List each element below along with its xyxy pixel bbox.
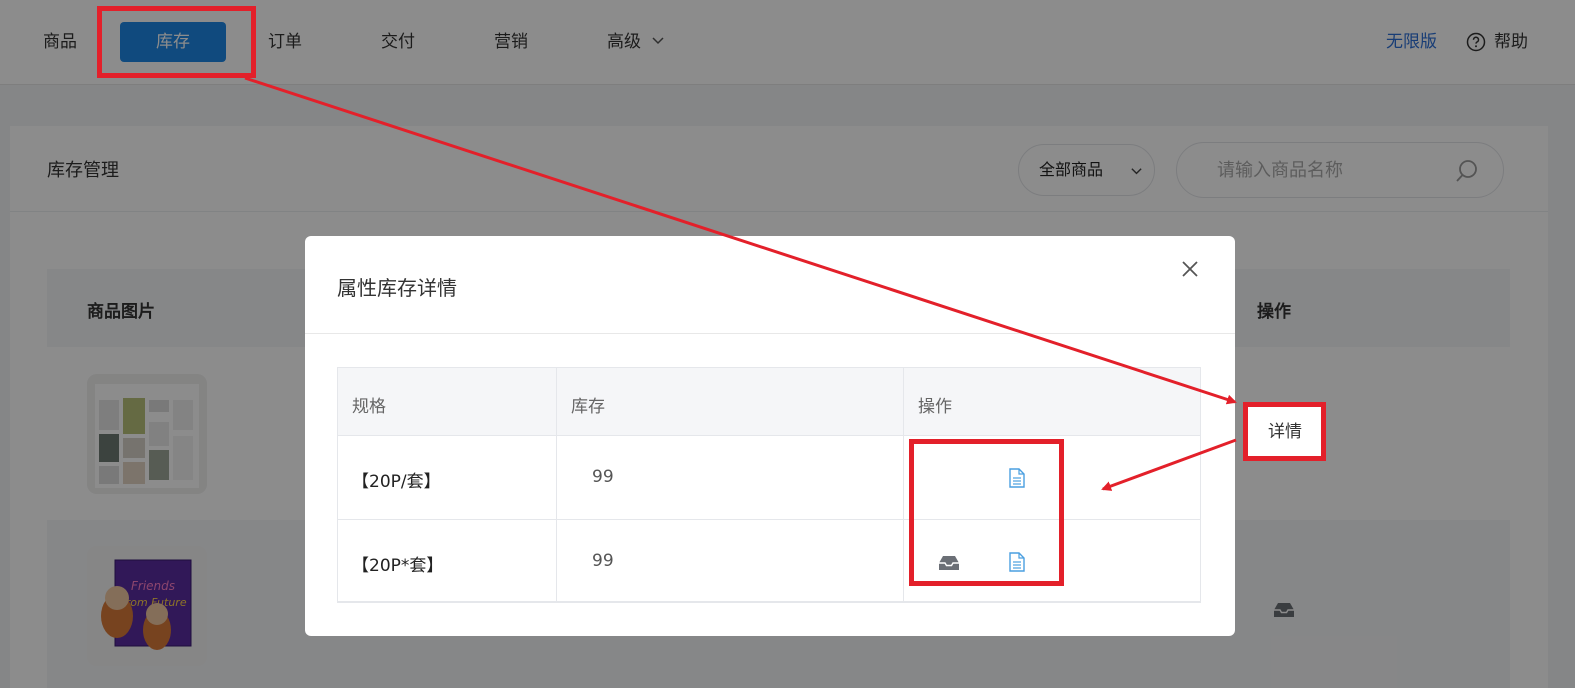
- stock-cell: 99: [592, 551, 614, 571]
- column-divider: [556, 368, 557, 602]
- modal-title: 属性库存详情: [337, 276, 457, 300]
- table-row: 【20P/套】 99: [338, 436, 1200, 520]
- annotation-box-detail: [1243, 402, 1326, 461]
- spec-cell: 【20P/套】: [352, 472, 441, 492]
- annotation-box-inventory-tab: [97, 6, 256, 78]
- column-header-stock: 库存: [571, 397, 605, 417]
- stock-cell: 99: [592, 467, 614, 487]
- close-icon[interactable]: [1179, 258, 1201, 280]
- column-header-spec: 规格: [352, 397, 386, 417]
- annotation-box-action-icons: [909, 439, 1064, 586]
- table-header-row: 规格 库存 操作: [338, 368, 1200, 436]
- column-divider: [903, 368, 904, 602]
- spec-cell: 【20P*套】: [352, 556, 444, 576]
- attribute-stock-modal: 属性库存详情 规格 库存 操作 【20P/套】 99 【20P*套】 99: [305, 236, 1235, 636]
- spec-stock-table: 规格 库存 操作 【20P/套】 99 【20P*套】 99: [337, 367, 1201, 603]
- column-header-action: 操作: [918, 397, 952, 417]
- table-row: 【20P*套】 99: [338, 520, 1200, 602]
- modal-header: 属性库存详情: [305, 236, 1235, 334]
